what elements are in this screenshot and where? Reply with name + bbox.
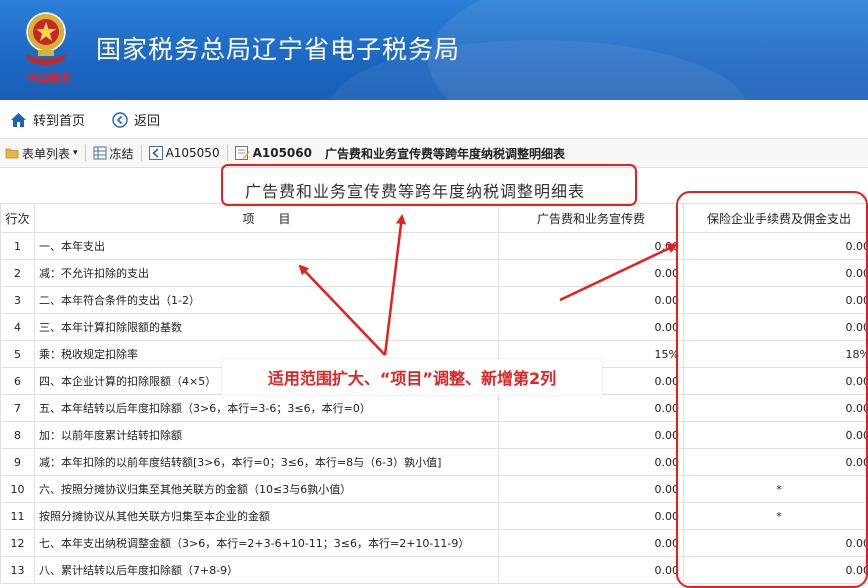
table-row: 1一、本年支出0.000.00 (1, 233, 868, 260)
row-number-cell: 12 (1, 530, 35, 557)
emblem-caption: 中国税务 (26, 70, 70, 86)
table-row: 10六、按照分摊协议归集至其他关联方的金额（10≤3与6孰小值）0.00* (1, 476, 868, 503)
insurance-commission-cell[interactable]: 0.00 (684, 530, 868, 557)
toolbar-divider (227, 145, 228, 161)
row-number-cell: 8 (1, 422, 35, 449)
item-label-cell: 六、按照分摊协议归集至其他关联方的金额（10≤3与6孰小值） (35, 476, 499, 503)
item-label-cell: 减：不允许扣除的支出 (35, 260, 499, 287)
insurance-commission-cell: * (684, 503, 868, 530)
freeze-button[interactable]: 冻结 (88, 145, 139, 162)
advertising-expense-cell[interactable]: 0.00 (499, 314, 684, 341)
toolbar-divider (141, 145, 142, 161)
insurance-commission-cell[interactable]: 0.00 (684, 260, 868, 287)
insurance-commission-cell[interactable]: 0.00 (684, 395, 868, 422)
toolbar-divider (85, 145, 86, 161)
header-banner: 中国税务 国家税务总局辽宁省电子税务局 (0, 0, 868, 100)
advertising-expense-cell[interactable]: 0.00 (499, 476, 684, 503)
header-insurance-commission: 保险企业手续费及佣金支出 (684, 204, 868, 233)
row-number-cell: 7 (1, 395, 35, 422)
table-row: 2减：不允许扣除的支出0.000.00 (1, 260, 868, 287)
advertising-expense-cell[interactable]: 0.00 (499, 260, 684, 287)
advertising-expense-cell[interactable]: 0.00 (499, 422, 684, 449)
table-header-row: 行次 项 目 广告费和业务宣传费 保险企业手续费及佣金支出 (1, 204, 868, 233)
freeze-icon (93, 146, 107, 160)
item-label-cell: 三、本年计算扣除限额的基数 (35, 314, 499, 341)
item-label-cell: 八、累计结转以后年度扣除额（7+8-9） (35, 557, 499, 584)
row-number-cell: 4 (1, 314, 35, 341)
current-form-title: 广告费和业务宣传费等跨年度纳税调整明细表 (325, 145, 565, 162)
insurance-commission-cell[interactable]: 0.00 (684, 233, 868, 260)
previous-form-code: A105050 (166, 146, 220, 160)
back-button[interactable]: 返回 (112, 110, 160, 129)
row-number-cell: 1 (1, 233, 35, 260)
current-form-code: A105060 (253, 146, 312, 160)
site-title: 国家税务总局辽宁省电子税务局 (96, 30, 460, 66)
table-row: 4三、本年计算扣除限额的基数0.000.00 (1, 314, 868, 341)
item-label-cell: 二、本年符合条件的支出（1-2） (35, 287, 499, 314)
folder-icon (5, 146, 19, 160)
back-label: 返回 (134, 110, 160, 129)
row-number-cell: 9 (1, 449, 35, 476)
arrow-left-icon (149, 146, 163, 160)
row-number-cell: 13 (1, 557, 35, 584)
advertising-expense-cell[interactable]: 0.00 (499, 557, 684, 584)
table-row: 11按照分摊协议从其他关联方归集至本企业的金额0.00* (1, 503, 868, 530)
item-label-cell: 加：以前年度累计结转扣除额 (35, 422, 499, 449)
advertising-expense-cell[interactable]: 0.00 (499, 503, 684, 530)
item-label-cell: 七、本年支出纳税调整金额（3>6，本行=2+3-6+10-11；3≤6，本行=2… (35, 530, 499, 557)
item-label-cell: 减：本年扣除的以前年度结转额[3>6，本行=0；3≤6，本行=8与（6-3）孰小… (35, 449, 499, 476)
tax-emblem-icon (20, 10, 72, 76)
caret-down-icon: ▾ (73, 148, 78, 158)
insurance-commission-cell[interactable]: 18% (684, 341, 868, 368)
table-row: 7五、本年结转以后年度扣除额（3>6，本行=3-6；3≤6，本行=0）0.000… (1, 395, 868, 422)
insurance-commission-cell[interactable]: 0.00 (684, 422, 868, 449)
table-row: 3二、本年符合条件的支出（1-2）0.000.00 (1, 287, 868, 314)
advertising-expense-cell[interactable]: 0.00 (499, 287, 684, 314)
edit-form-icon (235, 146, 250, 160)
row-number-cell: 5 (1, 341, 35, 368)
row-number-cell: 3 (1, 287, 35, 314)
advertising-expense-cell[interactable]: 0.00 (499, 449, 684, 476)
table-row: 13八、累计结转以后年度扣除额（7+8-9）0.000.00 (1, 557, 868, 584)
current-form-indicator: A105060 广告费和业务宣传费等跨年度纳税调整明细表 (230, 145, 570, 162)
insurance-commission-cell[interactable]: 0.00 (684, 287, 868, 314)
insurance-commission-cell[interactable]: 0.00 (684, 368, 868, 395)
table-row: 12七、本年支出纳税调整金额（3>6，本行=2+3-6+10-11；3≤6，本行… (1, 530, 868, 557)
header-item: 项 目 (35, 204, 499, 233)
header-row-no: 行次 (1, 204, 35, 233)
form-list-label: 表单列表 (22, 145, 70, 162)
table-row: 9减：本年扣除的以前年度结转额[3>6，本行=0；3≤6，本行=8与（6-3）孰… (1, 449, 868, 476)
form-toolbar: 表单列表 ▾ 冻结 A105050 A105060 广告费和业务宣传费等跨年度纳… (0, 139, 868, 168)
insurance-commission-cell[interactable]: 0.00 (684, 449, 868, 476)
item-label-cell: 五、本年结转以后年度扣除额（3>6，本行=3-6；3≤6，本行=0） (35, 395, 499, 422)
insurance-commission-cell: * (684, 476, 868, 503)
header-advertising-expense: 广告费和业务宣传费 (499, 204, 684, 233)
form-list-dropdown[interactable]: 表单列表 ▾ (0, 145, 83, 162)
insurance-commission-cell[interactable]: 0.00 (684, 314, 868, 341)
back-icon (112, 112, 128, 128)
freeze-label: 冻结 (110, 145, 134, 162)
annotation-callout: 适用范围扩大、“项目”调整、新增第2列 (222, 359, 602, 395)
table-row: 8加：以前年度累计结转扣除额0.000.00 (1, 422, 868, 449)
row-number-cell: 11 (1, 503, 35, 530)
home-icon (10, 112, 27, 128)
item-label-cell: 按照分摊协议从其他关联方归集至本企业的金额 (35, 503, 499, 530)
sheet-title: 广告费和业务宣传费等跨年度纳税调整明细表 (245, 178, 585, 202)
advertising-expense-cell[interactable]: 0.00 (499, 530, 684, 557)
navigation-bar: 转到首页 返回 (0, 100, 868, 139)
previous-form-button[interactable]: A105050 (144, 146, 225, 160)
item-label-cell: 一、本年支出 (35, 233, 499, 260)
insurance-commission-cell[interactable]: 0.00 (684, 557, 868, 584)
row-number-cell: 6 (1, 368, 35, 395)
advertising-expense-cell[interactable]: 0.00 (499, 233, 684, 260)
row-number-cell: 10 (1, 476, 35, 503)
home-button[interactable]: 转到首页 (10, 110, 85, 129)
advertising-expense-cell[interactable]: 0.00 (499, 395, 684, 422)
home-label: 转到首页 (33, 110, 85, 129)
row-number-cell: 2 (1, 260, 35, 287)
